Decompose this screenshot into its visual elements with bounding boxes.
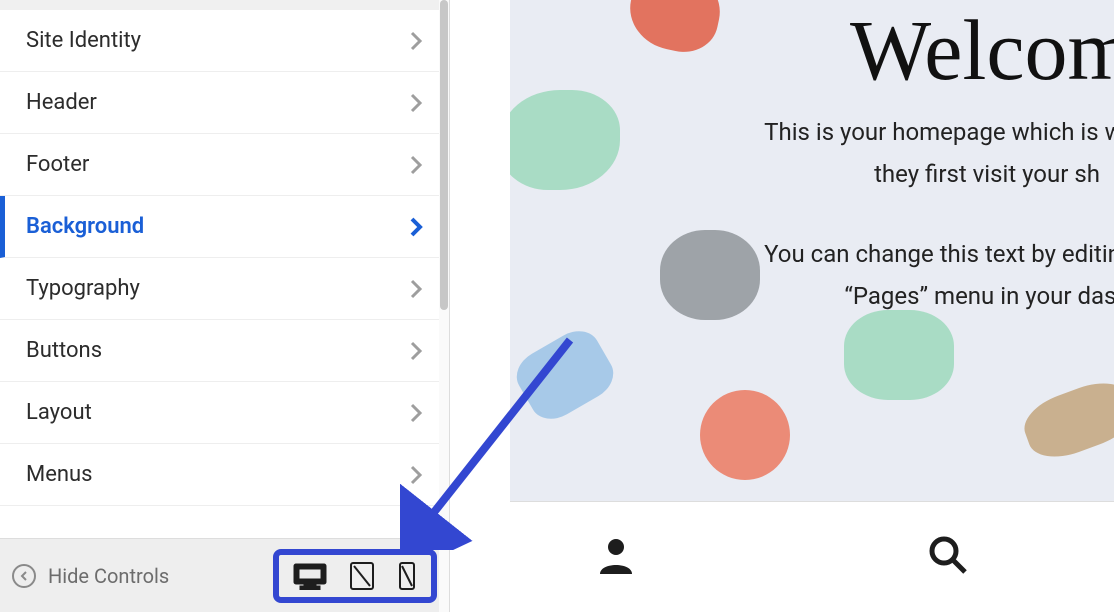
hide-controls-button[interactable]: Hide Controls — [12, 564, 169, 588]
chevron-right-icon — [409, 96, 423, 110]
decorative-shape — [844, 310, 954, 400]
sidebar-top-spacer — [0, 0, 449, 10]
chevron-right-icon — [409, 158, 423, 172]
account-icon[interactable] — [595, 534, 637, 580]
decorative-shape — [623, 0, 728, 58]
section-label: Typography — [26, 276, 140, 301]
device-desktop-button[interactable] — [293, 561, 327, 591]
chevron-right-icon — [409, 282, 423, 296]
section-buttons[interactable]: Buttons — [0, 320, 449, 382]
section-label: Layout — [26, 400, 92, 425]
chevron-right-icon — [409, 468, 423, 482]
customizer-sidebar: Site Identity Header Footer Background T — [0, 0, 450, 612]
decorative-shape — [1017, 373, 1114, 467]
chevron-right-icon — [409, 406, 423, 420]
section-site-identity[interactable]: Site Identity — [0, 10, 449, 72]
preview-bottom-bar — [450, 502, 1114, 612]
sidebar-scrollbar-thumb[interactable] — [440, 0, 448, 310]
customizer-section-list: Site Identity Header Footer Background T — [0, 10, 449, 538]
hero-text: This is your homepage which is what mos — [660, 118, 1114, 146]
section-label: Footer — [26, 152, 89, 177]
site-preview-pane: Welcom This is your homepage which is wh… — [450, 0, 1114, 612]
section-header[interactable]: Header — [0, 72, 449, 134]
section-footer[interactable]: Footer — [0, 134, 449, 196]
decorative-shape — [510, 90, 620, 190]
section-label: Background — [26, 214, 144, 239]
chevron-right-icon — [409, 220, 423, 234]
hero-title: Welcom — [850, 0, 1114, 100]
section-typography[interactable]: Typography — [0, 258, 449, 320]
preview-hero: Welcom This is your homepage which is wh… — [510, 0, 1114, 502]
chevron-right-icon — [409, 34, 423, 48]
hide-controls-label: Hide Controls — [48, 564, 169, 588]
decorative-shape — [700, 390, 790, 480]
device-mobile-button[interactable] — [397, 561, 417, 591]
device-tablet-button[interactable] — [349, 561, 375, 591]
chevron-right-icon — [409, 344, 423, 358]
hero-text: You can change this text by editing the … — [660, 240, 1114, 268]
section-label: Site Identity — [26, 28, 141, 53]
search-icon[interactable] — [927, 534, 969, 580]
hero-text: “Pages” menu in your dash — [660, 282, 1114, 310]
customizer-footer: Hide Controls — [0, 538, 449, 612]
sidebar-scrollbar-track[interactable] — [439, 0, 449, 612]
section-layout[interactable]: Layout — [0, 382, 449, 444]
device-preview-toggle — [273, 549, 437, 603]
decorative-shape — [510, 322, 621, 428]
section-label: Menus — [26, 462, 93, 487]
section-background[interactable]: Background — [0, 196, 449, 258]
hero-text: they first visit your sh — [660, 160, 1114, 188]
section-menus[interactable]: Menus — [0, 444, 449, 506]
collapse-left-icon — [12, 564, 36, 588]
section-label: Buttons — [26, 338, 102, 363]
section-label: Header — [26, 90, 97, 115]
